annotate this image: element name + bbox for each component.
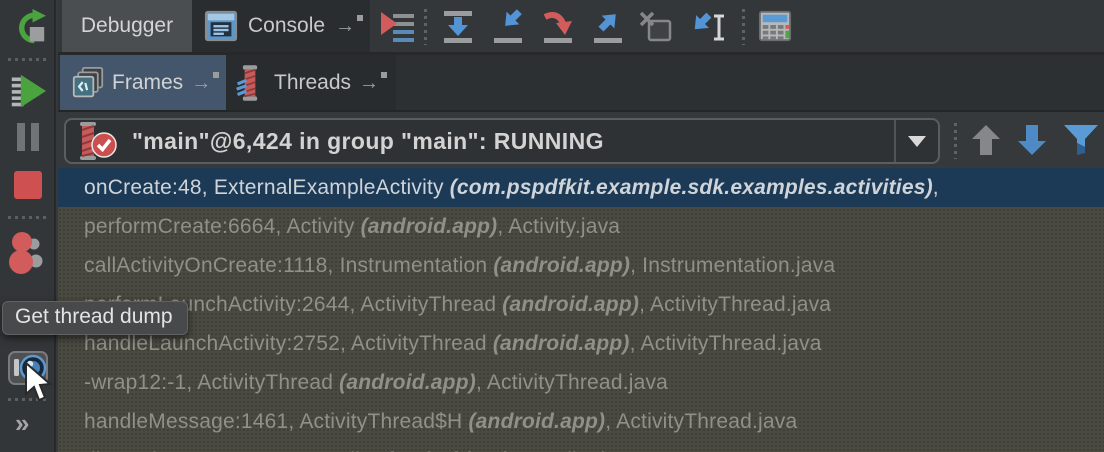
tooltip-text: Get thread dump <box>15 305 173 328</box>
frame-up-button[interactable] <box>968 122 1004 158</box>
step-out-icon <box>590 9 626 45</box>
stack-frame-row[interactable]: performLaunchActivity:2644, ActivityThre… <box>58 285 1104 324</box>
stack-frame-row[interactable]: handleMessage:1461, ActivityThread$H (an… <box>58 402 1104 441</box>
evaluate-expression-icon <box>758 9 792 43</box>
jump-to-tab-icon: → <box>359 74 387 92</box>
tab-debugger[interactable]: Debugger <box>62 0 192 52</box>
tab-jump-square <box>381 72 387 78</box>
drop-frame-icon <box>638 9 674 45</box>
thread-selector-arrow-button[interactable] <box>894 120 938 162</box>
arrow-up-icon <box>968 122 1004 158</box>
resume-button[interactable] <box>0 72 56 110</box>
stop-button[interactable] <box>0 170 56 200</box>
tab-debugger-label: Debugger <box>81 14 173 38</box>
debugger-header-bar: Debugger Console → <box>58 0 1104 55</box>
thread-selector-dropdown[interactable]: "main"@6,424 in group "main": RUNNING <box>64 118 940 164</box>
toolbar-separator <box>954 123 957 159</box>
step-into-icon <box>490 9 526 45</box>
filter-funnel-icon <box>1062 122 1100 158</box>
tab-threads-label: Threads <box>274 71 351 95</box>
cursor-arrow-icon <box>24 362 54 404</box>
step-out-button[interactable] <box>590 9 626 45</box>
filter-frames-button[interactable] <box>1062 122 1098 158</box>
pause-button[interactable] <box>0 122 56 152</box>
thread-running-icon <box>74 121 120 161</box>
thread-selector-row: "main"@6,424 in group "main": RUNNING <box>58 114 1104 168</box>
tab-threads[interactable]: Threads → <box>226 55 396 110</box>
tooltip: Get thread dump <box>2 301 188 335</box>
show-execution-point-button[interactable] <box>380 9 416 45</box>
resume-icon <box>10 72 46 110</box>
drop-frame-button[interactable] <box>638 9 674 45</box>
pause-icon <box>14 122 42 152</box>
stack-frame-row[interactable]: performCreate:6664, Activity (android.ap… <box>58 207 1104 246</box>
view-breakpoints-button[interactable] <box>0 230 56 276</box>
tab-console-label: Console <box>248 14 325 38</box>
rerun-button[interactable] <box>0 8 56 46</box>
rail-separator <box>8 58 48 61</box>
step-over-button[interactable] <box>440 9 476 45</box>
tab-frames-label: Frames <box>112 71 183 95</box>
stop-icon <box>13 170 43 200</box>
run-to-cursor-button[interactable] <box>686 9 722 45</box>
stack-frame-row[interactable]: onCreate:48, ExternalExampleActivity (co… <box>58 168 1104 207</box>
frames-icon <box>72 66 104 100</box>
console-icon <box>204 9 238 43</box>
stack-frame-row[interactable]: dispatchMessage:102, Handler (android.os… <box>58 441 1104 452</box>
debugger-tool-window: » Debugger Console → <box>0 0 1104 452</box>
stack-frame-row[interactable]: handleLaunchActivity:2752, ActivityThrea… <box>58 324 1104 363</box>
stack-frame-row[interactable]: callActivityOnCreate:1118, Instrumentati… <box>58 246 1104 285</box>
force-step-into-button[interactable] <box>540 9 576 45</box>
rail-separator <box>8 216 48 219</box>
rerun-icon <box>10 8 46 46</box>
threads-icon <box>234 64 266 102</box>
step-into-button[interactable] <box>490 9 526 45</box>
chevron-down-icon <box>908 136 926 147</box>
mouse-cursor <box>24 362 54 404</box>
force-step-into-icon <box>540 9 576 45</box>
more-actions-chevron[interactable]: » <box>15 408 28 439</box>
frame-down-button[interactable] <box>1014 122 1050 158</box>
stack-frames-list: onCreate:48, ExternalExampleActivity (co… <box>58 168 1104 452</box>
tab-frames[interactable]: Frames → <box>60 55 226 110</box>
show-execution-point-icon <box>380 9 416 45</box>
evaluate-expression-button[interactable] <box>758 9 794 45</box>
tab-console[interactable]: Console → <box>192 0 370 52</box>
thread-selector-value: "main"@6,424 in group "main": RUNNING <box>132 128 604 155</box>
run-to-cursor-icon <box>686 9 726 45</box>
jump-to-tab-icon: → <box>191 74 219 92</box>
tab-jump-square <box>357 15 363 21</box>
toolbar-separator <box>742 9 745 45</box>
debugger-view-tabs: Frames → Threads → <box>58 55 1104 112</box>
toolbar-separator <box>424 9 427 45</box>
jump-to-tab-icon: → <box>335 17 363 35</box>
stack-frame-row[interactable]: -wrap12:-1, ActivityThread (android.app)… <box>58 363 1104 402</box>
step-over-icon <box>440 9 476 45</box>
breakpoints-icon <box>8 230 48 276</box>
tab-jump-square <box>213 72 219 78</box>
arrow-down-icon <box>1014 122 1050 158</box>
